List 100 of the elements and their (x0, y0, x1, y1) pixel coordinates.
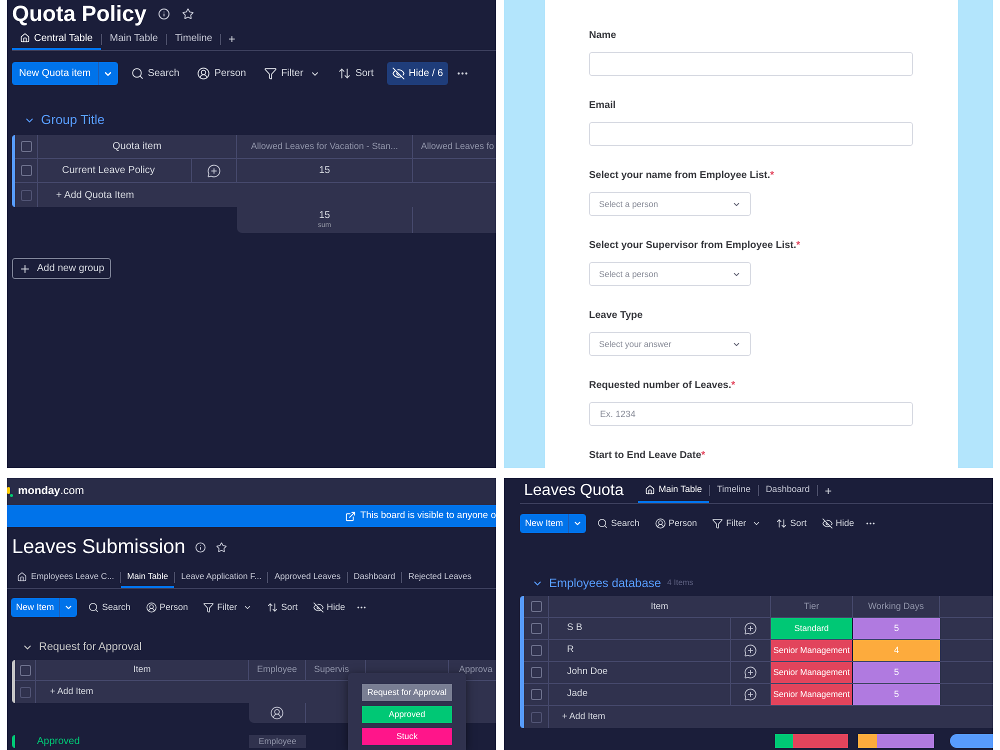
add-update-icon[interactable] (744, 622, 757, 635)
checkbox[interactable] (530, 645, 542, 656)
person-button[interactable]: Person (650, 514, 702, 533)
filter-button[interactable]: Filter (199, 598, 256, 617)
item-count: 4 Items (667, 577, 694, 589)
field-label: Email (589, 99, 616, 113)
filter-icon (203, 602, 214, 613)
checkbox[interactable] (530, 712, 542, 722)
sort-button[interactable]: Sort (263, 598, 302, 617)
add-update-icon[interactable] (207, 164, 221, 178)
sort-button[interactable]: Sort (333, 62, 379, 85)
filter-button[interactable]: Filter (259, 62, 326, 85)
view-tab[interactable]: Main Table (638, 478, 709, 503)
search-button[interactable]: Search (593, 514, 644, 533)
group-title: Employees database (549, 575, 662, 592)
view-tab[interactable]: Employees Leave C... (11, 567, 120, 588)
group-title: Group Title (41, 111, 105, 130)
column-header: Supervis (314, 663, 350, 676)
item-name[interactable]: R (567, 643, 574, 658)
info-icon[interactable] (158, 8, 170, 20)
person-icon (197, 67, 210, 80)
new-item-menu-button[interactable] (59, 598, 78, 617)
checkbox[interactable] (20, 165, 32, 176)
add-group-button[interactable]: Add new group (12, 258, 112, 279)
text-input[interactable]: Ex. 1234 (589, 402, 913, 426)
group-title: Request for Approval (39, 640, 142, 655)
status-option[interactable]: Stuck (362, 728, 452, 745)
item-name[interactable]: Current Leave Policy (62, 163, 155, 178)
add-update-icon[interactable] (744, 688, 757, 701)
group-title: Approved (37, 736, 80, 746)
star-icon[interactable] (182, 8, 194, 20)
add-item-button[interactable]: + Add Quota Item (38, 183, 134, 207)
status-option[interactable]: Request for Approval (362, 684, 452, 701)
add-view-button[interactable]: + (818, 484, 839, 496)
column-header: Approva (459, 663, 493, 676)
add-update-icon[interactable] (744, 644, 757, 657)
view-tab[interactable]: Timeline (166, 28, 220, 50)
checkbox[interactable] (530, 623, 542, 634)
checkbox[interactable] (530, 601, 542, 612)
new-item-button[interactable]: New Item (520, 514, 568, 533)
view-tab[interactable]: Rejected Leaves (402, 567, 478, 588)
board-title: Leaves Quota (524, 482, 624, 498)
filter-button[interactable]: Filter (708, 514, 766, 533)
field-label: Leave Type (589, 309, 643, 323)
field-label: Select your name from Employee List.* (589, 169, 774, 183)
summary-pill (950, 734, 993, 748)
column-header: Employee (256, 663, 298, 676)
view-tab[interactable]: Approved Leaves (268, 567, 347, 588)
view-tab[interactable]: Central Table (12, 28, 101, 50)
view-tab[interactable]: Main Table (121, 567, 174, 588)
search-icon (130, 67, 144, 80)
add-item-button[interactable]: + Add Item (36, 681, 94, 703)
view-tab[interactable]: Dashboard (758, 478, 817, 503)
item-name[interactable]: Jade (567, 687, 588, 702)
add-view-button[interactable]: + (221, 33, 242, 45)
hide-button[interactable]: Hide (818, 514, 858, 533)
sort-button[interactable]: Sort (772, 514, 811, 533)
sort-icon (338, 67, 352, 80)
filter-icon (712, 518, 724, 529)
star-icon[interactable] (216, 542, 228, 552)
column-header: Tier (804, 600, 820, 613)
search-button[interactable]: Search (126, 62, 184, 85)
search-button[interactable]: Search (84, 598, 135, 617)
hide-button[interactable]: Hide / 6 (386, 62, 448, 85)
status-label[interactable]: Senior Management (771, 684, 853, 705)
view-tab[interactable]: Timeline (710, 478, 758, 503)
view-tab[interactable]: Main Table (102, 28, 166, 50)
checkbox[interactable] (20, 141, 32, 152)
checkbox[interactable] (20, 190, 32, 200)
caret-icon (573, 519, 582, 528)
new-item-menu-button[interactable] (98, 62, 118, 85)
new-item-button[interactable]: New Quota item (12, 62, 98, 85)
text-input[interactable] (589, 122, 913, 146)
info-icon[interactable] (195, 542, 206, 552)
add-item-button[interactable]: + Add Item (549, 706, 606, 728)
checkbox[interactable] (20, 664, 30, 676)
view-tab[interactable]: Dashboard (348, 567, 402, 588)
sort-icon (776, 518, 788, 529)
checkbox[interactable] (530, 689, 542, 700)
item-name[interactable]: S B (567, 621, 582, 636)
new-item-button[interactable]: New Item (11, 598, 60, 617)
text-input[interactable] (589, 52, 913, 76)
status-label[interactable]: Senior Management (771, 640, 853, 661)
quota-value: 15 (318, 164, 330, 178)
person-button[interactable]: Person (142, 598, 192, 617)
hide-button[interactable]: Hide (308, 598, 350, 617)
eye-off-icon (822, 518, 833, 529)
board-title: Quota Policy (12, 3, 146, 25)
add-update-icon[interactable] (744, 666, 757, 679)
logo-icon (7, 486, 13, 496)
column-header: Employee (258, 737, 296, 746)
new-item-menu-button[interactable] (568, 514, 586, 533)
status-label[interactable]: Senior Management (771, 662, 853, 683)
checkbox[interactable] (530, 667, 542, 678)
item-name[interactable]: John Doe (567, 665, 608, 680)
search-icon (88, 602, 100, 613)
view-tab[interactable]: Leave Application F... (175, 567, 268, 588)
person-button[interactable]: Person (192, 62, 252, 85)
checkbox[interactable] (20, 686, 30, 698)
column-header: Item (133, 663, 151, 676)
